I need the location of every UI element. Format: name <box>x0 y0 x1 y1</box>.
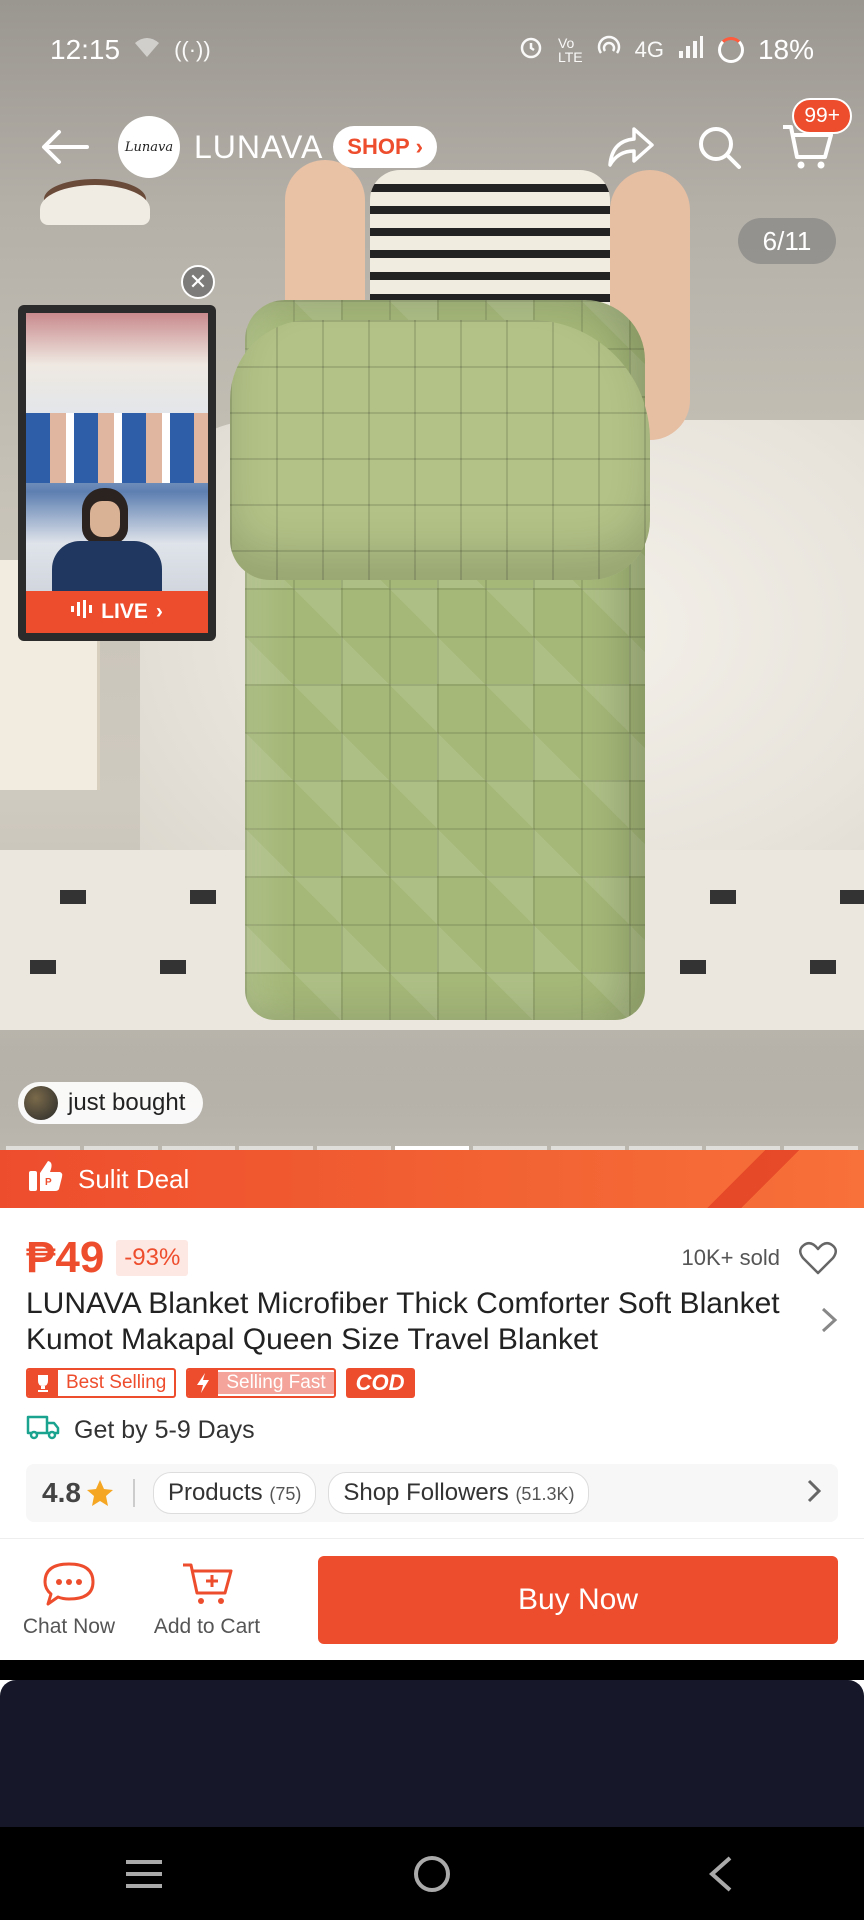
live-close-button[interactable]: ✕ <box>181 265 215 299</box>
cart-button[interactable]: 99+ <box>780 98 852 174</box>
volte-icon: Vo LTE <box>557 35 583 65</box>
wifi-icon <box>134 36 160 64</box>
chat-icon <box>43 1562 95 1605</box>
lightning-icon <box>188 1370 219 1396</box>
signal-bars-icon <box>678 35 704 65</box>
battery-icon <box>717 37 744 63</box>
shop-logo[interactable]: Lunava <box>118 116 180 178</box>
deal-banner: P Sulit Deal <box>0 1150 864 1208</box>
sold-count: 10K+ sold <box>681 1245 780 1270</box>
followers-label: Shop Followers <box>343 1479 509 1506</box>
live-label: LIVE <box>101 600 148 623</box>
divider <box>132 1479 135 1507</box>
back-chevron-icon <box>708 1856 732 1891</box>
buy-now-button[interactable]: Buy Now <box>318 1555 838 1644</box>
home-button[interactable] <box>392 1844 472 1904</box>
action-bar: Chat Now Add to Cart Buy Now <box>0 1538 864 1660</box>
price: ₱49 <box>26 1233 105 1282</box>
chat-now-label: Chat Now <box>22 1614 116 1638</box>
status-time: 12:15 <box>50 34 121 65</box>
shop-logo-text: Lunava <box>124 139 174 155</box>
live-stream-card[interactable]: LIVE › <box>18 305 216 641</box>
lamp-illustration <box>40 185 150 225</box>
svg-text:P: P <box>45 1177 52 1188</box>
add-cart-icon <box>183 1563 233 1604</box>
heart-icon <box>799 1241 837 1275</box>
deal-label: Sulit Deal <box>78 1163 190 1194</box>
chevron-right-icon: › <box>155 600 163 623</box>
selling-fast-label: Selling Fast <box>218 1372 334 1394</box>
menu-icon <box>126 1859 162 1888</box>
shop-button[interactable]: SHOP › <box>333 126 437 168</box>
alarm-icon <box>518 34 544 66</box>
delivery-label: Get by 5-9 Days <box>74 1416 255 1444</box>
hotspot-icon: ((·)) <box>174 37 211 62</box>
discount-badge: -93% <box>116 1240 189 1276</box>
arrow-left-icon <box>42 130 89 164</box>
chat-now-button[interactable]: Chat Now <box>0 1561 138 1639</box>
chevron-right-icon: › <box>415 134 423 159</box>
system-back-button[interactable] <box>680 1844 760 1904</box>
recents-button[interactable] <box>104 1844 184 1904</box>
star-icon <box>86 1480 113 1506</box>
background-strip <box>0 1660 864 1680</box>
just-bought-label: just bought <box>68 1089 186 1116</box>
add-to-cart-label: Add to Cart <box>153 1614 261 1638</box>
buy-now-label: Buy Now <box>517 1582 639 1616</box>
blanket-fold-illustration <box>230 320 650 580</box>
share-button[interactable] <box>604 120 658 174</box>
trophy-icon <box>28 1370 58 1396</box>
share-icon <box>608 127 654 167</box>
live-shelves <box>26 413 208 483</box>
best-selling-label: Best Selling <box>66 1372 167 1393</box>
close-icon: ✕ <box>188 269 208 294</box>
selling-fast-badge: Selling Fast <box>186 1368 336 1398</box>
product-info: ₱49 -93% 10K+ sold LUNAVA Blanket Microf… <box>0 1208 864 1538</box>
battery-percent: 18% <box>757 34 814 65</box>
search-icon <box>699 127 741 169</box>
followers-pill[interactable]: Shop Followers (51.3K) <box>328 1472 590 1514</box>
system-nav-bar <box>0 1827 864 1920</box>
back-button[interactable] <box>30 112 100 182</box>
home-circle-icon <box>414 1855 450 1892</box>
cod-badge: COD <box>345 1368 415 1398</box>
dark-panel <box>0 1680 864 1827</box>
live-video-preview <box>26 313 208 601</box>
product-title: LUNAVA Blanket Microfiber Thick Comforte… <box>26 1287 780 1356</box>
shop-stats[interactable]: 4.8 Products (75) Shop Followers (51.3K) <box>26 1464 838 1522</box>
products-label: Products <box>167 1479 263 1506</box>
shop-name[interactable]: LUNAVA <box>194 129 323 166</box>
chevron-right-icon <box>806 1478 822 1509</box>
just-bought-toast: just bought <box>18 1082 204 1124</box>
delivery-info[interactable]: Get by 5-9 Days <box>26 1414 255 1447</box>
search-button[interactable] <box>692 120 746 174</box>
truck-icon <box>26 1414 60 1447</box>
products-pill[interactable]: Products (75) <box>152 1472 317 1514</box>
product-badges: Best Selling Selling Fast COD <box>26 1368 415 1398</box>
buyer-avatar <box>24 1086 58 1120</box>
favorite-button[interactable] <box>798 1238 838 1278</box>
shop-rating: 4.8 <box>42 1477 115 1509</box>
add-to-cart-button[interactable]: Add to Cart <box>138 1561 276 1639</box>
followers-count: (51.3K) <box>515 1484 575 1504</box>
products-count: (75) <box>269 1484 302 1504</box>
signal-ring-icon <box>597 35 621 65</box>
network-type: 4G <box>634 37 664 62</box>
cart-badge: 99+ <box>792 98 852 134</box>
best-selling-badge: Best Selling <box>26 1368 177 1398</box>
shop-button-label: SHOP <box>347 134 410 159</box>
thumbs-up-tag-icon: P <box>28 1159 64 1200</box>
status-bar: 12:15 ((·)) Vo LTE 4G 18% <box>0 0 864 100</box>
image-counter: 6/11 <box>738 218 836 264</box>
top-nav: Lunava LUNAVA SHOP › 99+ <box>0 98 864 186</box>
rating-value: 4.8 <box>42 1477 81 1508</box>
product-title-row[interactable]: LUNAVA Blanket Microfiber Thick Comforte… <box>26 1286 838 1358</box>
chevron-right-icon <box>820 1306 838 1339</box>
live-button[interactable]: LIVE › <box>26 591 208 633</box>
live-host-face <box>90 501 120 537</box>
live-bars-icon <box>71 600 93 624</box>
